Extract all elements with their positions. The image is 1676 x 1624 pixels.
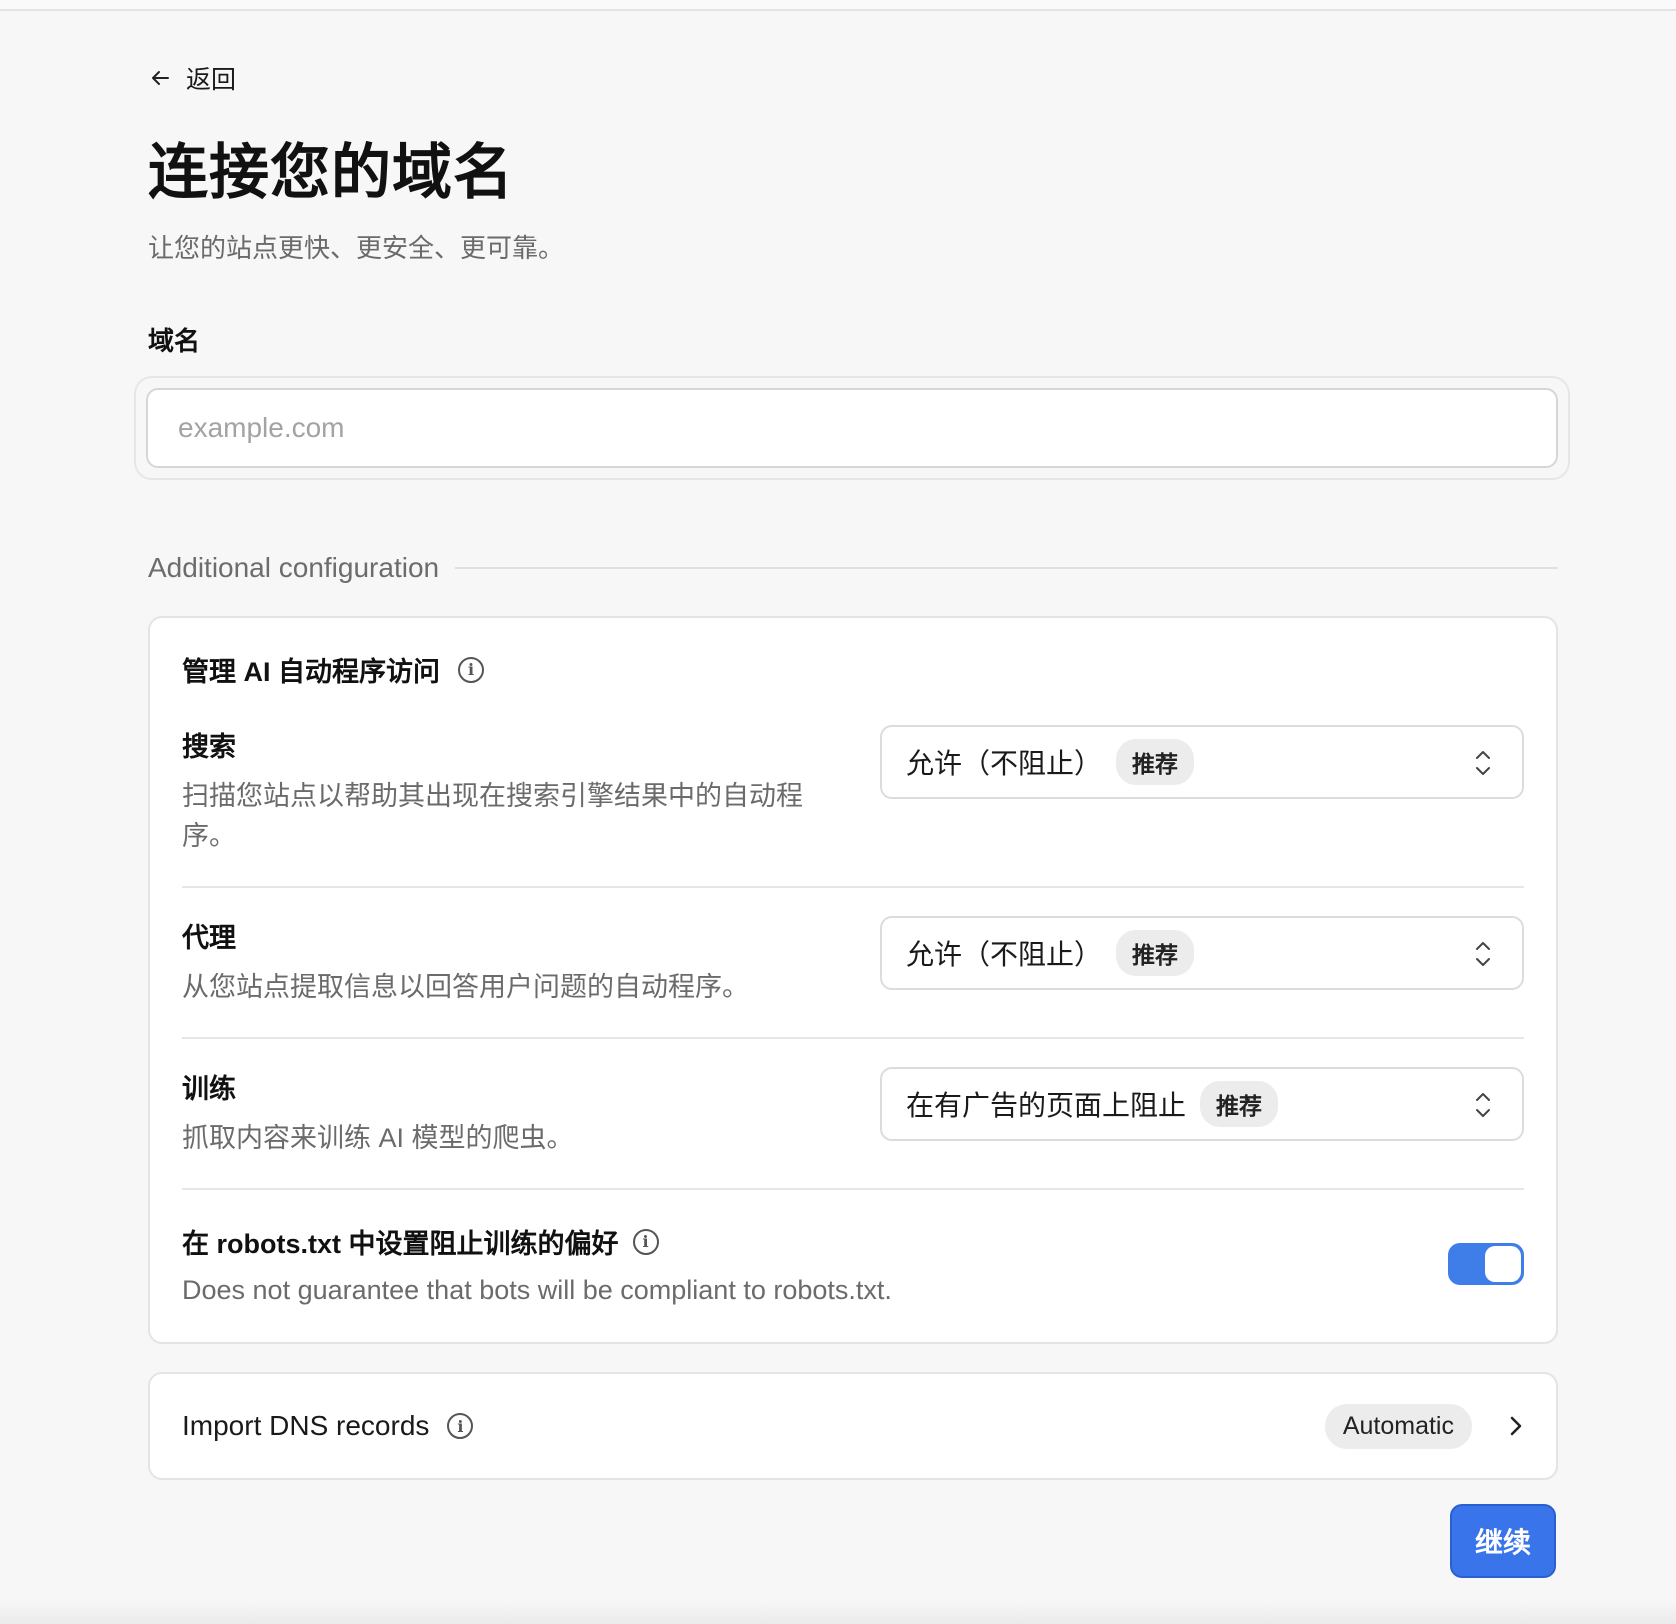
back-label: 返回 <box>186 66 237 94</box>
divider <box>455 567 1558 569</box>
info-icon[interactable]: i <box>447 1413 474 1439</box>
domain-input[interactable] <box>148 390 1556 466</box>
back-link[interactable]: 返回 <box>148 60 1558 96</box>
search-bots-select[interactable]: 允许（不阻止） 推荐 <box>880 725 1524 799</box>
robots-title: 在 robots.txt 中设置阻止训练的偏好 i <box>182 1222 892 1261</box>
row-text: 在 robots.txt 中设置阻止训练的偏好 i Does not guara… <box>182 1222 892 1306</box>
select-value: 允许（不阻止） <box>906 939 1103 970</box>
info-icon[interactable]: i <box>458 656 485 683</box>
agent-bots-select[interactable]: 允许（不阻止） 推荐 <box>880 916 1524 990</box>
ai-row-search: 搜索 扫描您站点以帮助其出现在搜索引擎结果中的自动程序。 允许（不阻止） 推荐 <box>182 689 1524 888</box>
bottom-edge <box>0 1600 1676 1624</box>
robots-txt-row: 在 robots.txt 中设置阻止训练的偏好 i Does not guara… <box>182 1190 1524 1306</box>
row-description: 从您站点提取信息以回答用户问题的自动程序。 <box>182 972 749 1002</box>
top-border <box>0 0 1676 11</box>
ai-access-title-text: 管理 AI 自动程序访问 <box>182 657 441 687</box>
select-value: 允许（不阻止） <box>906 748 1103 779</box>
toggle-knob <box>1485 1246 1521 1282</box>
recommended-badge: 推荐 <box>1116 739 1195 785</box>
domain-input-wrapper <box>146 388 1558 468</box>
ai-row-agent: 代理 从您站点提取信息以回答用户问题的自动程序。 允许（不阻止） 推荐 <box>182 888 1524 1039</box>
row-description: 扫描您站点以帮助其出现在搜索引擎结果中的自动程序。 <box>182 781 803 851</box>
robots-description: Does not guarantee that bots will be com… <box>182 1275 892 1305</box>
chevron-up-down-icon <box>1476 942 1490 966</box>
robots-title-text: 在 robots.txt 中设置阻止训练的偏好 <box>182 1229 619 1259</box>
ai-row-training: 训练 抓取内容来训练 AI 模型的爬虫。 在有广告的页面上阻止 推荐 <box>182 1039 1524 1190</box>
chevron-up-down-icon <box>1476 751 1490 775</box>
row-text: 训练 抓取内容来训练 AI 模型的爬虫。 <box>182 1067 822 1158</box>
chevron-up-down-icon <box>1476 1093 1490 1117</box>
ai-access-card: 管理 AI 自动程序访问 i 搜索 扫描您站点以帮助其出现在搜索引擎结果中的自动… <box>148 616 1558 1344</box>
training-bots-select[interactable]: 在有广告的页面上阻止 推荐 <box>880 1067 1524 1141</box>
select-value: 在有广告的页面上阻止 <box>906 1090 1187 1121</box>
ai-access-title: 管理 AI 自动程序访问 i <box>182 650 1524 689</box>
page-subtitle: 让您的站点更快、更安全、更可靠。 <box>148 233 565 263</box>
domain-input-focus-ring <box>134 376 1570 480</box>
row-title: 代理 <box>182 923 236 953</box>
info-icon[interactable]: i <box>632 1228 659 1255</box>
chevron-right-icon <box>1510 1416 1522 1436</box>
dns-right: Automatic <box>1324 1403 1524 1449</box>
recommended-badge: 推荐 <box>1116 930 1195 976</box>
page-title: 连接您的域名 <box>148 139 514 206</box>
robots-toggle[interactable] <box>1448 1243 1524 1285</box>
row-title: 训练 <box>182 1074 236 1104</box>
arrow-left-icon <box>152 71 169 85</box>
row-text: 代理 从您站点提取信息以回答用户问题的自动程序。 <box>182 916 822 1007</box>
import-dns-card[interactable]: Import DNS records i Automatic <box>148 1372 1558 1480</box>
automatic-badge: Automatic <box>1324 1403 1472 1449</box>
row-description: 抓取内容来训练 AI 模型的爬虫。 <box>182 1123 574 1153</box>
additional-config-header: Additional configuration <box>148 552 1558 584</box>
continue-button[interactable]: 继续 <box>1450 1504 1556 1578</box>
dns-title: Import DNS records i <box>182 1410 474 1442</box>
recommended-badge: 推荐 <box>1200 1081 1279 1127</box>
main-content: 返回 连接您的域名 让您的站点更快、更安全、更可靠。 域名 Additional… <box>134 60 1570 1480</box>
dns-title-text: Import DNS records <box>182 1410 430 1441</box>
domain-label: 域名 <box>148 326 201 356</box>
row-text: 搜索 扫描您站点以帮助其出现在搜索引擎结果中的自动程序。 <box>182 725 822 856</box>
row-title: 搜索 <box>182 732 236 762</box>
additional-config-title: Additional configuration <box>148 552 440 583</box>
